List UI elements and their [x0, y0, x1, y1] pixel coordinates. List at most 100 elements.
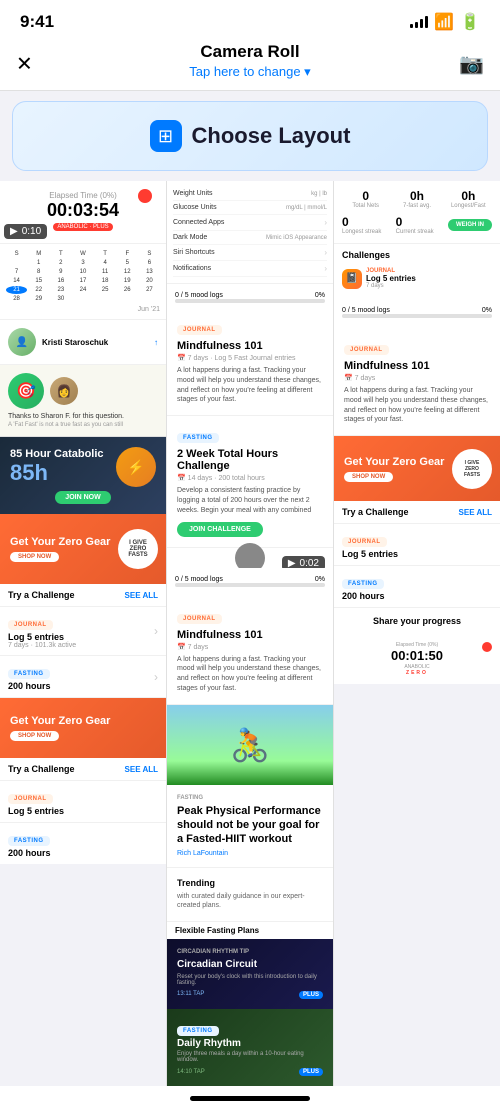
daily-rhythm-card: FASTING Daily Rhythm Enjoy three meals a… [167, 1009, 333, 1086]
stat-fast-avg: 0h 7-fast avg. [393, 189, 440, 209]
challenges-label: Challenges [342, 250, 492, 260]
trending-card: Trending with curated daily guidance in … [167, 867, 333, 922]
fasting-tag-2: FASTING [8, 836, 50, 846]
daily-title: Daily Rhythm [177, 1038, 323, 1049]
mindfulness-meta-3: 📅 7 days [344, 374, 490, 382]
peak-author: Rich LaFountain [177, 850, 323, 857]
share-progress-title: Share your progress [342, 616, 492, 626]
flexible-fasting-label: Flexible Fasting Plans [167, 921, 333, 939]
status-time: 9:41 [20, 12, 54, 32]
see-all-2[interactable]: SEE ALL [125, 765, 158, 774]
challenge-body-1: Develop a consistent fasting practice by… [177, 486, 323, 515]
stat-longest: 0h Longest/Fast [445, 189, 492, 209]
video-time-1: 0:10 [22, 226, 41, 237]
trending-label: Trending [177, 878, 323, 888]
mindfulness-body-2: A lot happens during a fast. Tracking yo… [177, 655, 323, 694]
timer-elapsed-1: Elapsed Time (0%) [10, 191, 156, 200]
join-challenge-btn[interactable]: JOIN CHALLENGE [177, 522, 263, 537]
mood-pct-2: 0% [315, 576, 325, 583]
fasting-title-3: 200 hours [342, 591, 492, 601]
zero-gear-sign-1: I GIVEZEROFASTS [118, 529, 158, 569]
mosaic-col-3: 0 Total Nets 0h 7-fast avg. 0h Longest/F… [334, 181, 500, 1086]
journal-title-3: Log 5 entries [342, 549, 492, 559]
settings-row-notif: Notifications › [173, 261, 327, 277]
weigh-in-button[interactable]: WEIGH IN [448, 219, 492, 231]
mood-label-2: 0 / 5 mood logs [175, 576, 223, 583]
timer-badge-1: ANABOLIC · PLUS [53, 223, 112, 231]
try-challenge-label-1: Try a Challenge [8, 590, 75, 600]
mindfulness-body-1: A lot happens during a fast. Tracking yo… [177, 366, 323, 405]
journal-title-1: Log 5 entries [8, 632, 76, 642]
zero-gear-banner-2: Get Your Zero Gear SHOP NOW [0, 698, 166, 758]
circadian-card: CIRCADIAN RHYTHM TIP Circadian Circuit R… [167, 939, 333, 1009]
stat-total-nets: 0 Total Nets [342, 189, 389, 209]
daily-desc: Enjoy three meals a day within a 10-hour… [177, 1051, 323, 1063]
video-overlay-1: ▶ 0:10 [4, 224, 47, 239]
fasting-type-3: FASTING [342, 579, 384, 589]
mood-card-1: 0 / 5 mood logs 0% [167, 284, 333, 313]
mindfulness-title-1: Mindfulness 101 [177, 340, 323, 352]
mood-bar-3 [342, 314, 492, 318]
zero-text: ZERO [342, 670, 492, 676]
gray-dot-area: ▶ 0:02 [167, 548, 333, 568]
person-card: 👤 Kristi Staroschuk ↑ [0, 320, 166, 365]
try-challenge-3: Try a Challenge SEE ALL [334, 501, 500, 524]
circadian-tag: CIRCADIAN RHYTHM TIP [177, 949, 323, 955]
choose-layout-banner[interactable]: ⊞ Choose Layout [12, 101, 488, 171]
daily-tag: FASTING [177, 1026, 219, 1036]
header-title: Camera Roll [0, 42, 500, 62]
challenge-title-1: 2 Week Total Hours Challenge [177, 448, 323, 472]
circadian-desc: Reset your body's clock with this introd… [177, 974, 323, 986]
mood-header-1: 0 / 5 mood logs 0% [175, 292, 325, 299]
chevron-apps-icon: › [324, 218, 327, 227]
header-subtitle[interactable]: Tap here to change ▾ [0, 64, 500, 80]
home-indicator [0, 1086, 500, 1107]
peak-card: FASTING Peak Physical Performance should… [167, 785, 333, 867]
zero-gear-shop-btn-2[interactable]: SHOP NOW [10, 731, 59, 741]
stat-current-streak: 0 Current streak [396, 215, 434, 235]
settings-row-weight: Weight Units kg | lb [173, 187, 327, 201]
video-icon: ▶ [10, 226, 18, 237]
zero-gear-shop-btn-right[interactable]: SHOP NOW [344, 472, 393, 482]
close-button[interactable]: ✕ [16, 52, 33, 77]
stat-longest-streak: 0 Longest streak [342, 215, 381, 235]
settings-row-darkmode: Dark Mode Mimic iOS Appearance [173, 231, 327, 245]
mood-card-2: 0 / 5 mood logs 0% [167, 568, 333, 597]
mood-bar-2 [175, 583, 325, 587]
battery-icon: 🔋 [460, 12, 480, 32]
zero-gear-shop-btn-1[interactable]: SHOP NOW [10, 552, 59, 562]
mood-label-3: 0 / 5 mood logs [342, 307, 390, 314]
chevron-siri-icon: › [324, 248, 327, 257]
camera-icon[interactable]: 📷 [459, 52, 484, 77]
stats-bottom: 0 Longest streak 0 Current streak WEIGH … [342, 215, 492, 235]
timer-right-value: 00:01:50 [342, 648, 492, 663]
person-name: Kristi Staroschuk [42, 338, 108, 347]
peak-title: Peak Physical Performance should not be … [177, 804, 323, 847]
trending-desc: with curated daily guidance in our exper… [177, 892, 323, 912]
chevron-right-icon-1: › [154, 624, 158, 638]
see-all-1[interactable]: SEE ALL [125, 591, 158, 600]
mosaic-col-2: Weight Units kg | lb Glucose Units mg/dL… [167, 181, 334, 1086]
mindfulness-type-3: JOURNAL [344, 345, 389, 355]
target-icon: 🎯 [8, 373, 44, 409]
try-challenge-label-3: Try a Challenge [342, 507, 409, 517]
screenshots-mosaic: Elapsed Time (0%) 00:03:54 ANABOLIC · PL… [0, 181, 500, 1086]
fasting-tag-1: FASTING [8, 669, 50, 679]
see-all-3[interactable]: SEE ALL [459, 508, 492, 517]
cyclist-emoji: 🚴 [230, 726, 270, 764]
mindfulness-title-3: Mindfulness 101 [344, 360, 490, 372]
settings-row-apps: Connected Apps › [173, 215, 327, 231]
mood-label-1: 0 / 5 mood logs [175, 292, 223, 299]
mindfulness-header-1: JOURNAL [177, 323, 323, 337]
cycling-image: 🚴 [167, 705, 333, 785]
calendar-card: SMTWTFS 123456 78910111213 1415161718192… [0, 244, 166, 320]
catabolic-join-button[interactable]: JOIN NOW [55, 491, 110, 504]
catabolic-card: 85 Hour Catabolic 85h ⚡ JOIN NOW [0, 437, 166, 514]
fasting-title-2: 200 hours [8, 848, 158, 858]
mindfulness-card-1: JOURNAL Mindfulness 101 📅 7 days · Log 5… [167, 313, 333, 416]
circadian-footer: 13:11 TAP PLUS [177, 989, 323, 999]
daily-footer: 14:10 TAP PLUS [177, 1066, 323, 1076]
fasting-title-1: 200 hours [8, 681, 51, 691]
target-note: A 'Fat Fast' is not a true fast as you c… [8, 422, 158, 428]
settings-row-glucose: Glucose Units mg/dL | mmol/L [173, 201, 327, 215]
